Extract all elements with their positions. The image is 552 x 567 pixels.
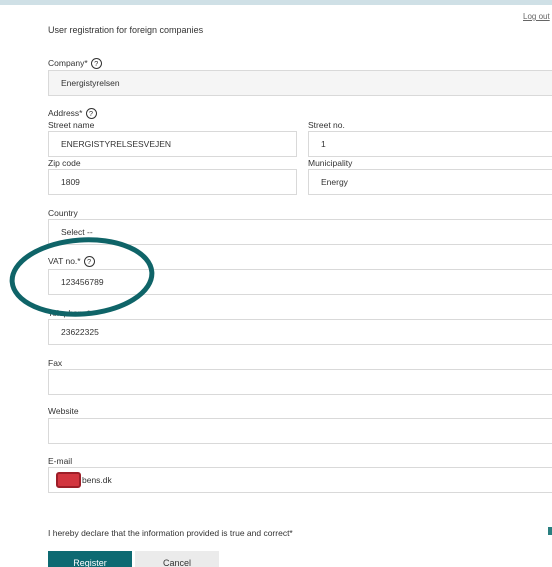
street-no-label: Street no.: [308, 120, 345, 130]
country-select[interactable]: Select --: [48, 219, 552, 245]
vat-label: VAT no.*: [48, 256, 81, 266]
telephone-label: Telephone*: [48, 308, 91, 318]
municipality-label: Municipality: [308, 158, 353, 168]
top-bar: [0, 0, 552, 5]
declaration-checkbox[interactable]: [548, 527, 552, 535]
page-title: User registration for foreign companies: [48, 25, 204, 35]
email-value: bens.dk: [82, 475, 112, 485]
company-value: Energistyrelsen: [61, 78, 120, 88]
zip-field[interactable]: 1809: [48, 169, 297, 195]
municipality-value: Energy: [321, 177, 348, 187]
vat-label-row: VAT no.*?: [48, 256, 95, 268]
country-selected-value: Select --: [61, 227, 93, 237]
register-button[interactable]: Register: [48, 551, 132, 567]
fax-field[interactable]: [48, 369, 552, 395]
address-help-icon[interactable]: ?: [85, 108, 97, 120]
street-no-value: 1: [321, 139, 326, 149]
logout-link[interactable]: Log out: [523, 12, 550, 21]
cancel-button[interactable]: Cancel: [135, 551, 219, 567]
email-label: E-mail: [48, 456, 73, 466]
declaration-text: I hereby declare that the information pr…: [48, 528, 293, 538]
telephone-value: 23622325: [61, 327, 99, 337]
vat-help-icon[interactable]: ?: [83, 256, 95, 268]
address-label: Address*: [48, 108, 83, 118]
redaction-mark: [56, 472, 81, 488]
zip-label: Zip code: [48, 158, 81, 168]
vat-value: 123456789: [61, 277, 104, 287]
company-field[interactable]: Energistyrelsen: [48, 70, 552, 96]
street-no-field[interactable]: 1: [308, 131, 552, 157]
vat-field[interactable]: 123456789: [48, 269, 552, 295]
email-field[interactable]: bens.dk: [48, 467, 552, 493]
zip-value: 1809: [61, 177, 80, 187]
company-label-row: Company*?: [48, 58, 102, 70]
company-label: Company*: [48, 58, 88, 68]
municipality-field[interactable]: Energy: [308, 169, 552, 195]
website-field[interactable]: [48, 418, 552, 444]
street-name-label: Street name: [48, 120, 95, 130]
country-label: Country: [48, 208, 78, 218]
street-name-value: ENERGISTYRELSESVEJEN: [61, 139, 172, 149]
address-label-row: Address*?: [48, 108, 97, 120]
website-label: Website: [48, 406, 79, 416]
telephone-field[interactable]: 23622325: [48, 319, 552, 345]
fax-label: Fax: [48, 358, 63, 368]
company-help-icon[interactable]: ?: [90, 58, 102, 70]
street-name-field[interactable]: ENERGISTYRELSESVEJEN: [48, 131, 297, 157]
